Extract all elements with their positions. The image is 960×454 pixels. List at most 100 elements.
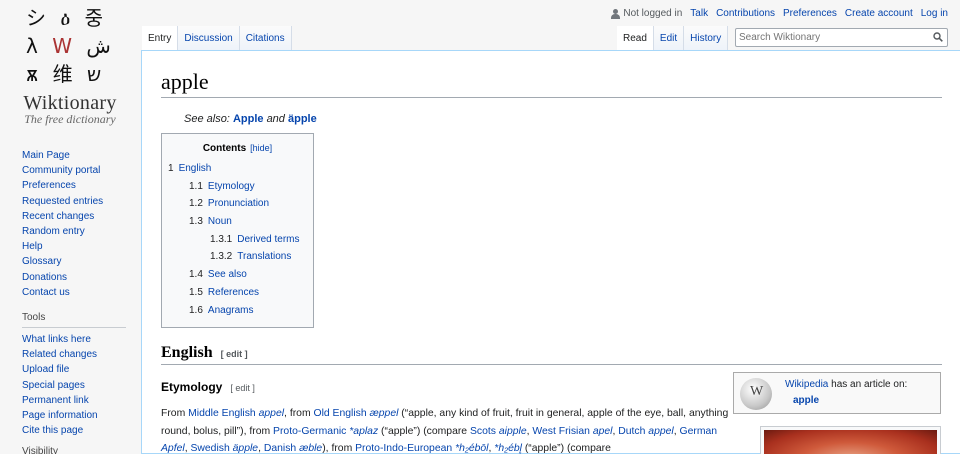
apple-image[interactable] [760,426,941,454]
term-link[interactable]: apel [593,426,613,437]
language-link[interactable]: West Frisian [532,426,590,437]
nav-random-entry[interactable]: Random entry [22,224,132,239]
section-heading-etymology: Etymology [ edit ] [161,380,255,394]
tab-citations[interactable]: Citations [239,26,292,50]
page-title: apple [161,69,942,98]
view-tabs: Read Edit History [617,26,729,50]
language-link[interactable]: German [680,426,718,437]
tools-portlet: Tools What links here Related changes Up… [22,312,126,438]
logo-glyph: 중 [84,6,108,30]
term-link[interactable]: aipple [499,426,527,437]
toc-item[interactable]: 1.3 Noun [168,216,300,234]
logo-glyphs: シ ዕ 중 λ W ش ѫ 维 ש [26,4,116,88]
wikipedia-article-link[interactable]: apple [785,393,907,409]
term-link[interactable]: *h₂ébōl [455,443,488,454]
preferences-link[interactable]: Preferences [783,8,837,19]
site-logo[interactable]: シ ዕ 중 λ W ش ѫ 维 ש Wiktionary The free di… [0,0,140,140]
see-also-link-apple[interactable]: Apple [233,113,264,125]
tab-edit[interactable]: Edit [653,26,685,50]
toc-number: 1.2 [189,198,203,210]
nav-preferences[interactable]: Preferences [22,178,132,193]
see-also-link-apple-swedish[interactable]: äpple [288,113,317,125]
language-link[interactable]: Proto-Germanic [273,426,346,437]
nav-contact-us[interactable]: Contact us [22,285,132,300]
toc-link[interactable]: Noun [208,216,232,227]
tool-cite-this-page[interactable]: Cite this page [22,423,126,438]
tab-read[interactable]: Read [617,26,654,50]
language-link[interactable]: Danish [264,443,296,454]
edit-section-link[interactable]: [ edit ] [230,383,255,393]
wikipedia-box: W Wikipedia has an article on: apple [733,372,941,414]
section-heading-english: English [ edit ] [161,344,942,365]
tool-special-pages[interactable]: Special pages [22,378,126,393]
search-input[interactable] [736,29,926,46]
logo-glyph: W [52,34,76,58]
nav-recent-changes[interactable]: Recent changes [22,209,132,224]
term-link[interactable]: appel [259,408,284,419]
toc-item[interactable]: 1.1 Etymology [168,181,300,199]
search-box [735,28,948,47]
logo-glyph: λ [26,34,42,58]
nav-community-portal[interactable]: Community portal [22,163,132,178]
language-link[interactable]: Swedish [190,443,229,454]
create-account-link[interactable]: Create account [845,8,913,19]
content-area: apple See also: Apple and äpple Contents… [141,50,960,454]
term-link[interactable]: æble [299,443,322,454]
toc-title: Contents [202,143,247,154]
main-navigation: Main Page Community portal Preferences R… [22,148,132,300]
term-link[interactable]: *h₂ébl̥ [494,443,522,454]
term-link[interactable]: Apfel [161,443,185,454]
term-link[interactable]: appel [648,426,673,437]
wikipedia-globe-letter: W [750,384,764,399]
talk-link[interactable]: Talk [690,8,708,19]
tool-related-changes[interactable]: Related changes [22,347,126,362]
nav-donations[interactable]: Donations [22,270,132,285]
tab-discussion[interactable]: Discussion [178,26,240,50]
toc-link[interactable]: Pronunciation [208,198,269,209]
tool-page-information[interactable]: Page information [22,408,126,423]
edit-section-link[interactable]: [ edit ] [221,349,248,359]
toc-link[interactable]: References [208,287,259,298]
toc-item[interactable]: 1.3.1 Derived terms [168,234,300,252]
toc-heading: Contents [hide] [162,143,313,154]
logo-glyph: ѫ [26,62,43,86]
toc-number: 1 [168,163,174,174]
tab-history[interactable]: History [684,26,729,50]
tab-entry[interactable]: Entry [142,26,179,50]
nav-glossary[interactable]: Glossary [22,254,132,269]
nav-main-page[interactable]: Main Page [22,148,132,163]
language-link[interactable]: Old English [314,408,367,419]
term-link[interactable]: *aplaz [349,426,378,437]
toc-item[interactable]: 1.4 See also [168,269,300,287]
toc-link[interactable]: Etymology [208,181,255,192]
toc-number: 1.3.2 [210,251,233,263]
toc-item[interactable]: 1 English [168,163,300,181]
login-status-text: Not logged in [623,8,683,19]
nav-help[interactable]: Help [22,239,132,254]
tool-permanent-link[interactable]: Permanent link [22,393,126,408]
language-link[interactable]: Scots [470,426,496,437]
language-link[interactable]: Proto-Indo-European [355,443,452,454]
toc-link[interactable]: Derived terms [237,234,299,245]
tool-what-links-here[interactable]: What links here [22,332,126,347]
language-link[interactable]: Middle English [188,408,256,419]
contributions-link[interactable]: Contributions [716,8,775,19]
toc-item[interactable]: 1.6 Anagrams [168,305,300,323]
toc-item[interactable]: 1.3.2 Translations [168,251,300,269]
wikipedia-link[interactable]: Wikipedia [785,379,828,390]
toc-link[interactable]: Translations [237,251,291,262]
toc-hide-toggle[interactable]: [hide] [250,143,272,153]
search-icon[interactable] [933,32,943,42]
toc-item[interactable]: 1.5 References [168,287,300,305]
term-link[interactable]: æppel [370,408,399,419]
language-link[interactable]: Dutch [618,426,645,437]
login-link[interactable]: Log in [921,8,948,19]
toc-link[interactable]: See also [208,269,247,280]
toc-link[interactable]: English [179,163,212,174]
see-also-hatnote: See also: Apple and äpple [184,113,317,125]
toc-link[interactable]: Anagrams [208,305,254,316]
toc-item[interactable]: 1.2 Pronunciation [168,198,300,216]
term-link[interactable]: äpple [233,443,258,454]
nav-requested-entries[interactable]: Requested entries [22,194,132,209]
tool-upload-file[interactable]: Upload file [22,362,126,377]
